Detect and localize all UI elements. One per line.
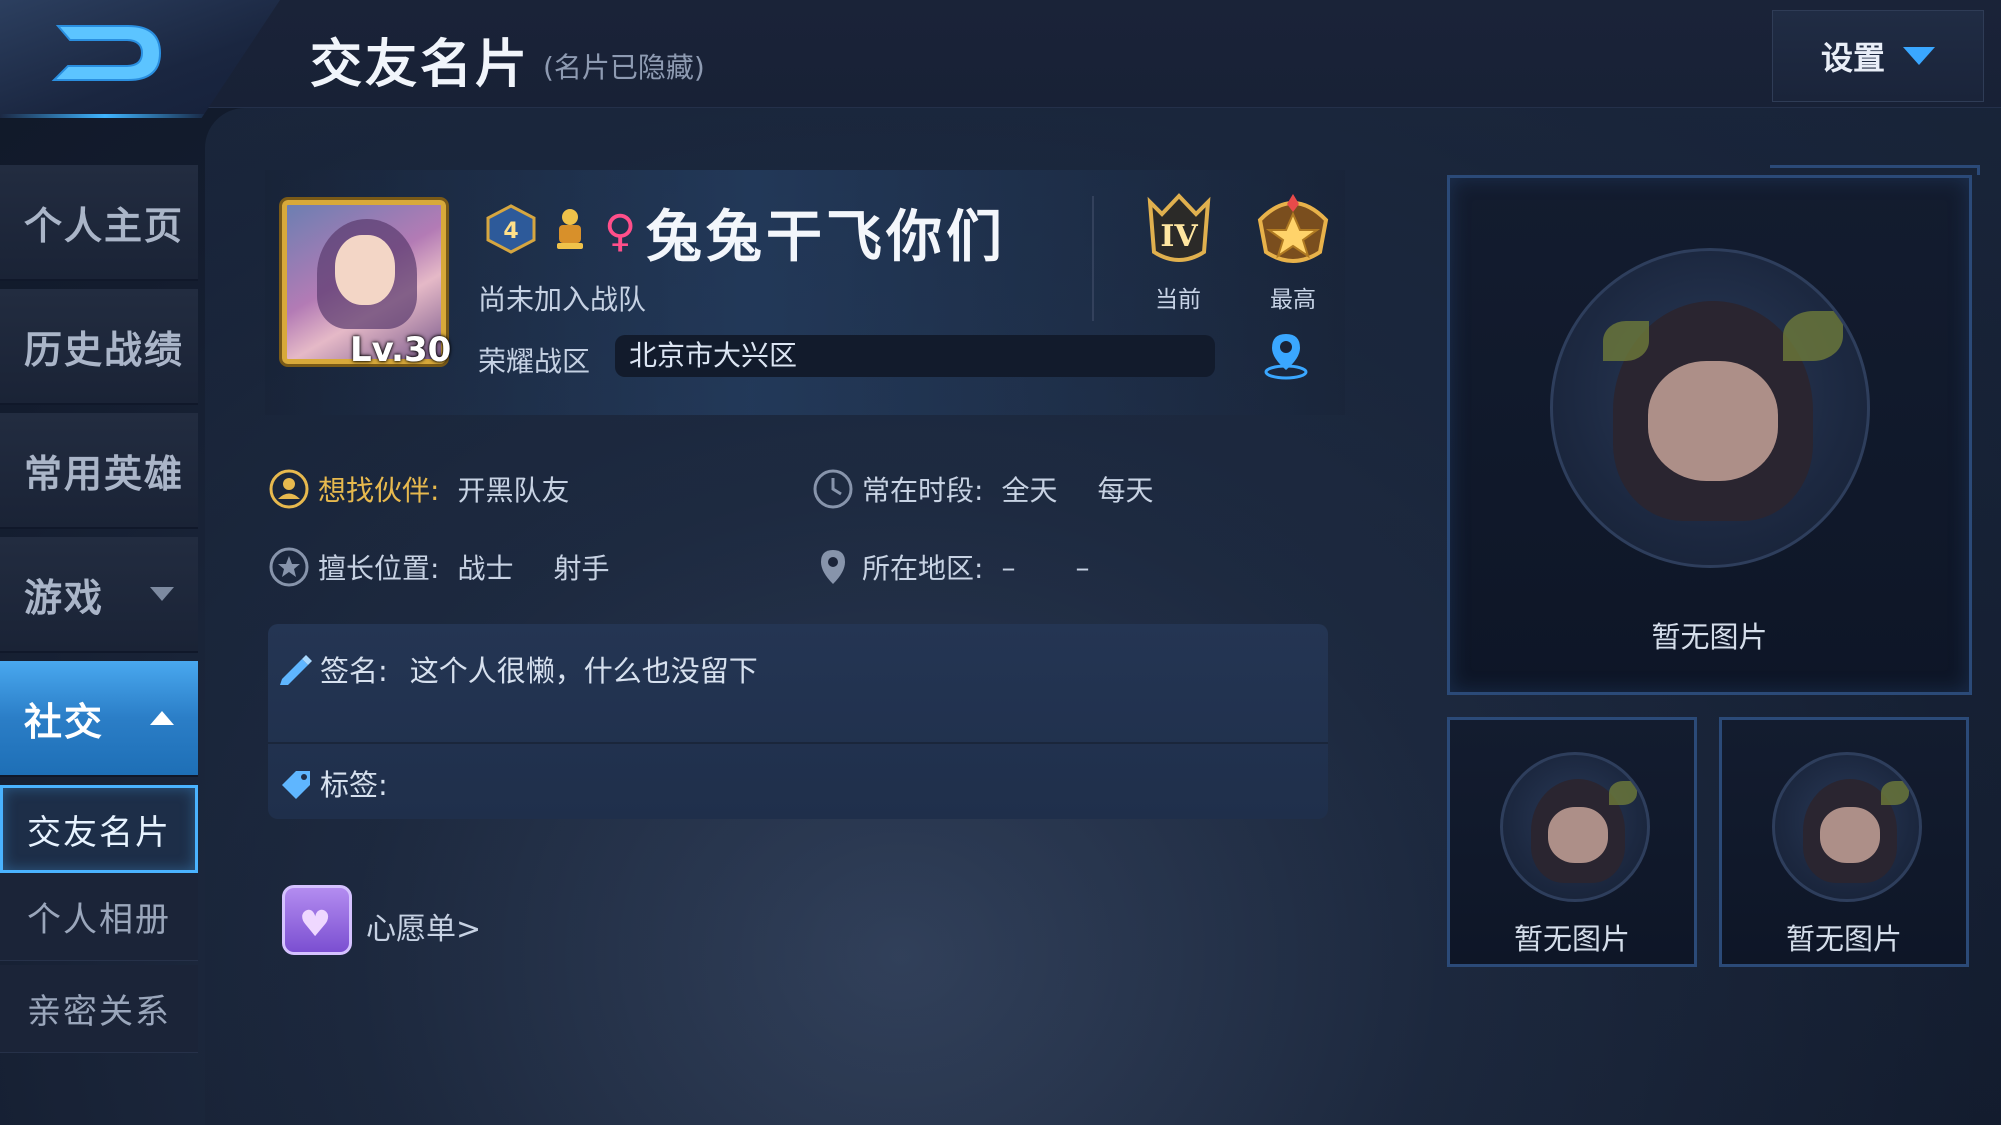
placeholder-image (1500, 752, 1650, 902)
time-value-1: 全天 (1001, 474, 1058, 507)
position-value-2: 射手 (553, 552, 610, 585)
time-value-2: 每天 (1097, 474, 1154, 507)
region-label: 所在地区: (862, 552, 984, 585)
region-row: 所在地区: – – (812, 546, 1089, 588)
photo-slot-main[interactable]: 暂无图片 (1447, 175, 1972, 695)
sidebar: 个人主页 历史战绩 常用英雄 游戏 社交 交友名片 个人相册 亲密关系 (0, 165, 198, 1125)
page-title: 交友名片 (310, 35, 531, 95)
settings-label: 设置 (1820, 39, 1885, 77)
sidebar-subitem-album[interactable]: 个人相册 (0, 873, 198, 961)
placeholder-leaf (1881, 781, 1909, 805)
clock-icon (813, 469, 853, 509)
rank-current-icon[interactable]: IV (1142, 192, 1216, 270)
settings-button[interactable]: 设置 (1772, 10, 1984, 102)
level-badge: Lv.30 (350, 330, 452, 370)
partner-icon (269, 469, 309, 509)
sidebar-subitem-label: 个人相册 (27, 900, 171, 940)
divider (1092, 196, 1094, 321)
placeholder-image (1550, 248, 1870, 568)
rank-highest-label: 最高 (1270, 287, 1316, 313)
vip-crown-icon (557, 209, 583, 249)
location-pin-icon[interactable] (1262, 330, 1310, 380)
divider (268, 742, 1328, 744)
partner-label: 想找伙伴: (318, 474, 440, 507)
photo-caption: 暂无图片 (1785, 922, 1902, 956)
wishlist-link[interactable]: 心愿单> (366, 904, 481, 948)
position-row: 擅长位置: 战士 射手 (268, 546, 609, 588)
rank-current-label: 当前 (1155, 287, 1201, 313)
avatar-face (335, 235, 395, 305)
position-label: 擅长位置: (318, 552, 440, 585)
position-value-1: 战士 (457, 552, 514, 585)
sidebar-item-social[interactable]: 社交 (0, 661, 198, 777)
sidebar-item-history[interactable]: 历史战绩 (0, 289, 198, 405)
back-arrow-icon (51, 25, 162, 81)
team-status: 尚未加入战队 (478, 283, 647, 316)
location-icon (821, 550, 845, 584)
photo-slot-small[interactable]: 暂无图片 (1719, 717, 1969, 967)
partner-row: 想找伙伴: 开黑队友 (268, 468, 569, 510)
sidebar-item-label: 常用英雄 (24, 451, 185, 496)
wishlist-icon[interactable]: ♥ (282, 885, 352, 955)
signature-label: 签名: (320, 654, 388, 688)
signature-row[interactable]: 签名: 这个人很懒，什么也没留下 (278, 648, 758, 690)
placeholder-face (1820, 807, 1880, 863)
rank-current-symbol: IV (1160, 219, 1198, 254)
zone-label: 荣耀战区 (478, 345, 591, 378)
region-value-2: – (1075, 550, 1090, 584)
placeholder-image (1772, 752, 1922, 902)
signature-value: 这个人很懒，什么也没留下 (409, 654, 758, 688)
star-circle-icon (269, 547, 309, 587)
chevron-down-icon (150, 587, 174, 601)
placeholder-face (1648, 361, 1778, 481)
tags-row[interactable]: 标签: (278, 762, 388, 804)
tag-icon (282, 771, 310, 799)
tags-label: 标签: (320, 768, 388, 802)
female-gender-icon: ♀ (604, 206, 637, 257)
player-name: 兔兔干飞你们 (646, 205, 1006, 270)
time-row: 常在时段: 全天 每天 (812, 468, 1153, 510)
heart-icon: ♥ (299, 904, 332, 945)
sidebar-item-label: 个人主页 (24, 203, 185, 248)
sidebar-item-home[interactable]: 个人主页 (0, 165, 198, 281)
placeholder-leaf (1603, 321, 1649, 361)
pencil-icon (280, 655, 312, 685)
sidebar-subitem-label: 交友名片 (27, 812, 171, 853)
photo-frame-decoration (1770, 165, 1980, 175)
sidebar-item-label: 游戏 (24, 575, 105, 620)
zone-value: 北京市大兴区 (615, 335, 1215, 377)
photo-caption: 暂无图片 (1513, 922, 1630, 956)
page-subtitle: (名片已隐藏) (543, 51, 705, 84)
photo-caption: 暂无图片 (1651, 620, 1768, 654)
badge-number: 4 (503, 219, 518, 244)
sidebar-subitem-label: 亲密关系 (27, 992, 171, 1032)
chevron-down-icon (1903, 47, 1935, 65)
sidebar-subitem-card[interactable]: 交友名片 (0, 785, 198, 873)
rank-badge-icon: 4 (486, 204, 536, 254)
placeholder-leaf (1783, 311, 1843, 361)
sidebar-item-game[interactable]: 游戏 (0, 537, 198, 653)
sidebar-item-label: 历史战绩 (24, 327, 185, 372)
sidebar-item-heroes[interactable]: 常用英雄 (0, 413, 198, 529)
chevron-up-icon (150, 711, 174, 725)
sidebar-item-label: 社交 (24, 699, 105, 744)
placeholder-face (1548, 807, 1608, 863)
time-label: 常在时段: (862, 474, 984, 507)
partner-value: 开黑队友 (457, 474, 570, 507)
region-value-1: – (1001, 550, 1016, 584)
top-bar (0, 0, 2001, 108)
photo-slot-small[interactable]: 暂无图片 (1447, 717, 1697, 967)
rank-highest-icon[interactable] (1250, 190, 1336, 274)
placeholder-leaf (1609, 781, 1637, 805)
sidebar-subitem-relations[interactable]: 亲密关系 (0, 965, 198, 1053)
